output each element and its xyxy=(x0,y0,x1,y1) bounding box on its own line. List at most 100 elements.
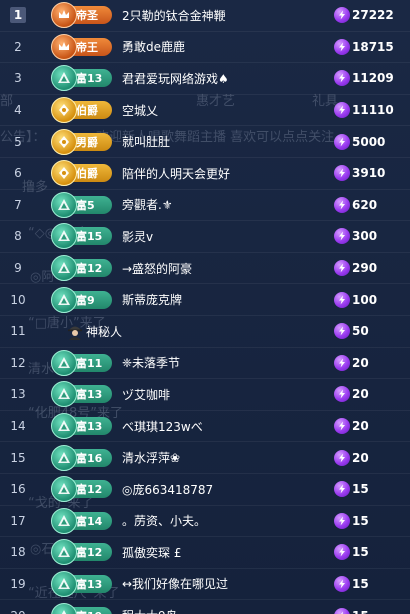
rich-level-badge: 富12 xyxy=(51,476,112,503)
rich-level-badge: 富13 xyxy=(51,381,112,408)
emperor-level-badge: 帝圣 xyxy=(51,2,112,29)
leaderboard-row[interactable]: 1 帝圣 2只勒的钛合金神鞭 27222 xyxy=(0,0,410,32)
leaderboard-row[interactable]: 17 富14 。苈资、小夫。 15 xyxy=(0,506,410,538)
contribution-amount: 20 xyxy=(334,386,410,403)
badge-label: 帝王 xyxy=(76,40,98,54)
user-name[interactable]: 神秘人 xyxy=(86,323,334,340)
badge-label: 富19 xyxy=(76,608,102,614)
rich-level-badge: 富16 xyxy=(51,444,112,471)
badge-label: 富16 xyxy=(76,451,103,465)
noble-tier-icon xyxy=(51,128,77,155)
badge-cell: 富12 xyxy=(51,539,120,566)
rank-number: 7 xyxy=(14,197,22,212)
leaderboard-row[interactable]: 8 富15 影灵v 300 xyxy=(0,221,410,253)
user-name[interactable]: →盛怒的阿豪 xyxy=(122,260,334,277)
rich-level-badge: 富13 xyxy=(51,413,112,440)
rich-tier-icon xyxy=(51,191,77,218)
contribution-amount: 100 xyxy=(334,291,410,308)
rank-number: 1 xyxy=(10,7,26,24)
badge-label: 富14 xyxy=(76,514,103,528)
lightning-coin-icon xyxy=(334,418,350,435)
emperor-level-badge: 帝王 xyxy=(51,33,112,60)
leaderboard-row[interactable]: 18 富12 孤傲奕琛 £ 15 xyxy=(0,537,410,569)
rank-number: 8 xyxy=(14,229,22,244)
noble-level-badge: 伯爵 xyxy=(51,160,112,187)
leaderboard-row[interactable]: 4 伯爵 空城乂 11110 xyxy=(0,95,410,127)
user-name[interactable]: 就叫肚肚 xyxy=(122,133,334,150)
leaderboard-row[interactable]: 16 富12 ◎庞663418787 15 xyxy=(0,474,410,506)
leaderboard-row[interactable]: 5 男爵 就叫肚肚 5000 xyxy=(0,126,410,158)
lightning-coin-icon xyxy=(334,228,350,245)
user-name[interactable]: ◎庞663418787 xyxy=(122,481,334,498)
badge-cell: 富13 xyxy=(51,65,120,92)
user-name[interactable]: 斯蒂庞克牌 xyxy=(122,291,334,308)
leaderboard-row[interactable]: 7 富5 旁觀者.⚜ 620 xyxy=(0,190,410,222)
badge-cell: 富12 xyxy=(51,255,120,282)
user-name[interactable]: 2只勒的钛合金神鞭 xyxy=(122,7,334,24)
amount-value: 20 xyxy=(352,450,369,465)
leaderboard-row[interactable]: 9 富12 →盛怒的阿豪 290 xyxy=(0,253,410,285)
user-name[interactable]: 孤傲奕琛 £ xyxy=(122,544,334,561)
leaderboard-row[interactable]: 10 富9 斯蒂庞克牌 100 xyxy=(0,284,410,316)
lightning-coin-icon xyxy=(334,260,350,277)
lightning-coin-icon xyxy=(334,38,350,55)
badge-cell: 富9 xyxy=(51,286,120,313)
rich-level-badge: 富9 xyxy=(51,286,112,313)
rich-tier-icon xyxy=(51,349,77,376)
rich-level-badge: 富15 xyxy=(51,223,112,250)
leaderboard-row[interactable]: 15 富16 清水浮萍❀ 20 xyxy=(0,442,410,474)
rank-cell: 13 xyxy=(0,387,36,401)
user-name[interactable]: 程大大9岛 xyxy=(122,607,334,614)
badge-cell: 帝圣 xyxy=(51,2,120,29)
emperor-crown-icon xyxy=(51,2,77,29)
rank-number: 13 xyxy=(10,387,26,402)
rank-cell: 12 xyxy=(0,356,36,370)
noble-tier-icon xyxy=(51,160,77,187)
leaderboard-row[interactable]: 20 富19 程大大9岛 15 xyxy=(0,600,410,614)
leaderboard-row[interactable]: 2 帝王 勇敢de鹿鹿 18715 xyxy=(0,32,410,64)
lightning-coin-icon xyxy=(334,354,350,371)
rank-cell: 20 xyxy=(0,609,36,614)
user-name[interactable]: 君君爱玩网络游戏♠ xyxy=(122,70,334,87)
amount-value: 15 xyxy=(352,482,369,497)
user-name[interactable]: 清水浮萍❀ xyxy=(122,449,334,466)
rank-number: 18 xyxy=(10,545,26,560)
user-name[interactable]: ❈未落季节 xyxy=(122,354,334,371)
leaderboard-row[interactable]: 3 富13 君君爱玩网络游戏♠ 11209 xyxy=(0,63,410,95)
user-name[interactable]: ↔我们好像在哪见过 xyxy=(122,575,334,592)
leaderboard-row[interactable]: 6 伯爵 陪伴的人明天会更好 3910 xyxy=(0,158,410,190)
lightning-coin-icon xyxy=(334,386,350,403)
badge-label: 富12 xyxy=(76,546,103,560)
rich-tier-icon xyxy=(51,381,77,408)
leaderboard-row[interactable]: 11 神秘人 50 xyxy=(0,316,410,348)
badge-label: 富9 xyxy=(76,293,95,307)
leaderboard-row[interactable]: 13 富13 ヅ艾咖啡 20 xyxy=(0,379,410,411)
rank-cell: 19 xyxy=(0,577,36,591)
lightning-coin-icon xyxy=(334,607,350,614)
noble-level-badge: 伯爵 xyxy=(51,97,112,124)
user-name[interactable]: 勇敢de鹿鹿 xyxy=(122,38,334,55)
leaderboard-row[interactable]: 14 富13 べ琪琪123wべ 20 xyxy=(0,411,410,443)
user-name[interactable]: べ琪琪123wべ xyxy=(122,418,334,435)
badge-cell: 男爵 xyxy=(51,128,120,155)
contribution-amount: 15 xyxy=(334,512,410,529)
rich-tier-icon xyxy=(51,476,77,503)
user-name[interactable]: 空城乂 xyxy=(122,102,334,119)
amount-value: 50 xyxy=(352,324,369,339)
leaderboard-row[interactable]: 12 富11 ❈未落季节 20 xyxy=(0,348,410,380)
contribution-amount: 18715 xyxy=(334,38,410,55)
user-name[interactable]: 影灵v xyxy=(122,228,334,245)
badge-label: 帝圣 xyxy=(76,9,98,23)
rich-level-badge: 富13 xyxy=(51,65,112,92)
user-name[interactable]: 旁觀者.⚜ xyxy=(122,196,334,213)
badge-cell: 富13 xyxy=(51,570,120,597)
user-name[interactable]: ヅ艾咖啡 xyxy=(122,386,334,403)
badge-label: 伯爵 xyxy=(76,167,98,181)
user-name[interactable]: 。苈资、小夫。 xyxy=(122,512,334,529)
user-name[interactable]: 陪伴的人明天会更好 xyxy=(122,165,334,182)
rank-number: 12 xyxy=(10,355,26,370)
rank-cell: 17 xyxy=(0,514,36,528)
leaderboard-row[interactable]: 19 富13 ↔我们好像在哪见过 15 xyxy=(0,569,410,601)
lightning-coin-icon xyxy=(334,102,350,119)
lightning-coin-icon xyxy=(334,7,350,24)
